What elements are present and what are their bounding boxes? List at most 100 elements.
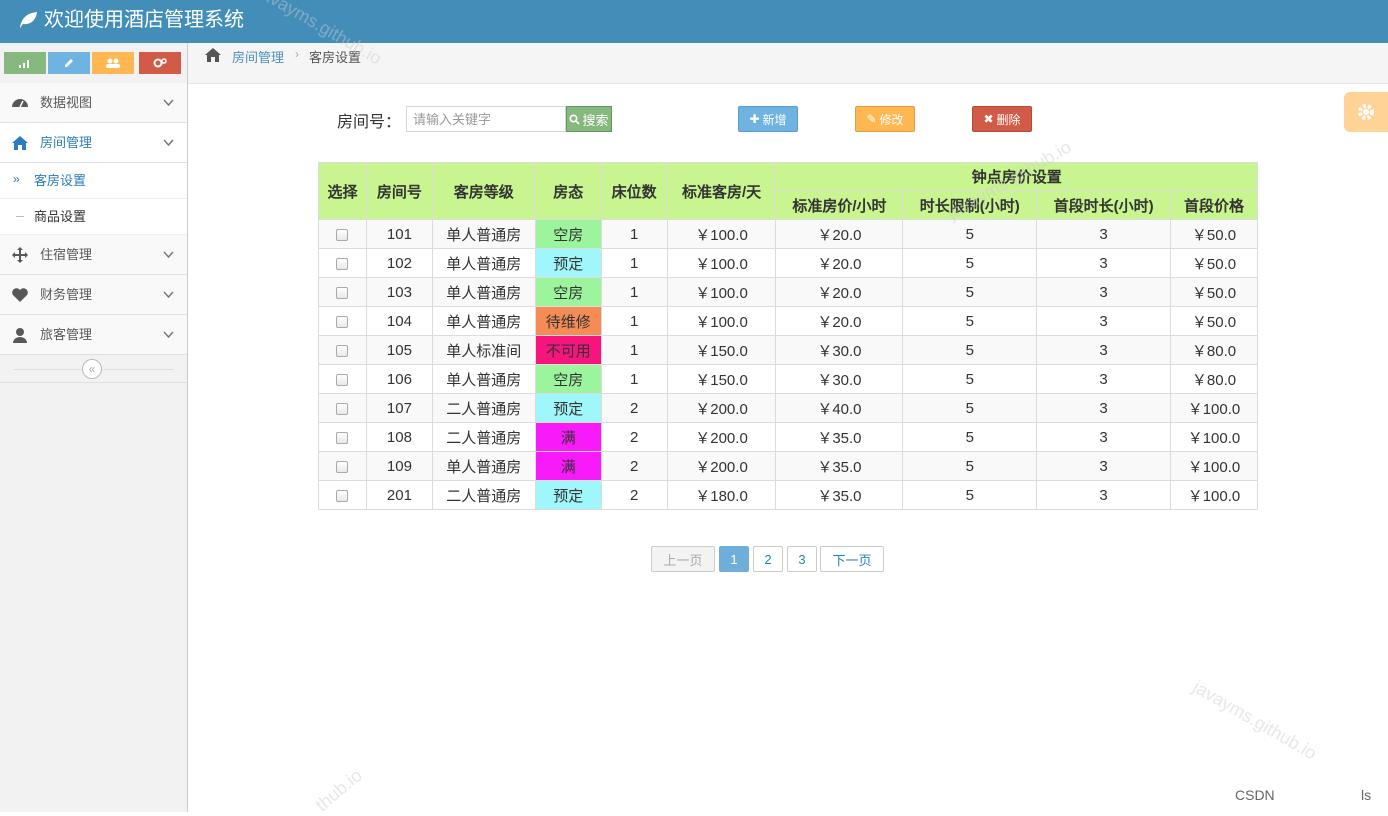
table-row[interactable]: 102 单人普通房 预定 1 ￥100.0 ￥20.0 5 3 ￥50.0 [318, 248, 1259, 278]
table-row[interactable]: 109 单人普通房满 2 ￥200.0 ￥35.0 5 3 ￥100.0 [318, 451, 1259, 481]
bed-count-cell: 1 [600, 306, 668, 336]
search-icon [569, 113, 581, 125]
cogs-icon [153, 58, 167, 68]
room-number-label: 房间号： [337, 114, 402, 131]
room-level-cell: 单人普通房 [431, 306, 536, 336]
room-number-cell: 109 [365, 451, 433, 481]
sidebar-item-finance-management[interactable]: 财务管理 [0, 275, 187, 315]
prev-page-button[interactable]: 上一页 [651, 546, 715, 572]
home-icon[interactable] [204, 47, 222, 63]
row-checkbox[interactable] [336, 460, 349, 473]
users-shortcut-button[interactable] [92, 52, 134, 74]
status-cell: 满 [534, 451, 602, 481]
bed-count-cell: 2 [600, 393, 668, 423]
first-duration-cell: 3 [1036, 248, 1171, 278]
header-hour-price: 标准房价/小时 [775, 190, 904, 220]
sidebar-item-data-view[interactable]: 数据视图 [0, 83, 187, 123]
bed-count-cell: 1 [600, 219, 668, 249]
table-row[interactable]: 107 二人普通房 预定 2 ￥200.0 ￥40.0 5 3 ￥100.0 [318, 393, 1259, 423]
room-level-cell: 单人普通房 [431, 277, 536, 307]
select-cell [318, 393, 367, 423]
table-row[interactable]: 101 单人普通房 空房 1 ￥100.0 ￥20.0 5 3 ￥50.0 [318, 219, 1259, 249]
row-checkbox[interactable] [336, 228, 349, 241]
edit-shortcut-button[interactable] [48, 52, 90, 74]
stats-shortcut-button[interactable] [4, 52, 46, 74]
chevron-down-icon [163, 99, 174, 107]
top-navbar: 欢迎使用酒店管理系统 [0, 0, 1388, 43]
hour-price-cell: ￥35.0 [775, 451, 904, 481]
first-price-cell: ￥50.0 [1169, 306, 1259, 336]
row-checkbox[interactable] [336, 431, 349, 444]
first-duration-cell: 3 [1036, 335, 1171, 365]
table-row[interactable]: 104 单人普通房 待维修 1 ￥100.0 ￥20.0 5 3 ￥50.0 [318, 306, 1259, 336]
room-level-cell: 单人普通房 [431, 248, 536, 278]
room-level-cell: 二人普通房 [431, 422, 536, 452]
search-button[interactable]: 搜索 [566, 106, 612, 132]
csdn-label: CSDN [1235, 787, 1275, 803]
ace-settings-button[interactable] [1344, 92, 1388, 132]
bed-count-cell: 2 [600, 422, 668, 452]
row-checkbox[interactable] [336, 286, 349, 299]
table-row[interactable]: 105 单人标准间 不可用 1 ￥150.0 ￥30.0 5 3 ￥80.0 [318, 335, 1259, 365]
day-price-cell: ￥100.0 [666, 248, 777, 278]
add-button[interactable]: ✚ 新增 [738, 106, 798, 132]
room-number-cell: 102 [365, 248, 433, 278]
table-row[interactable]: 106 单人普通房 空房 1 ￥150.0 ￥30.0 5 3 ￥80.0 [318, 364, 1259, 394]
delete-button[interactable]: ✖ 删除 [972, 106, 1032, 132]
row-checkbox[interactable] [336, 344, 349, 357]
sidebar-item-stay-management[interactable]: 住宿管理 [0, 235, 187, 275]
status-cell: 预定 [534, 248, 602, 278]
sidebar-item-guest-management[interactable]: 旅客管理 [0, 315, 187, 355]
row-checkbox[interactable] [336, 257, 349, 270]
sidebar-subitem-goods-settings[interactable]: 商品设置 [0, 199, 187, 235]
duration-limit-cell: 5 [902, 335, 1038, 365]
hour-price-cell: ￥20.0 [775, 219, 904, 249]
room-table-body: 101 单人普通房 空房 1 ￥100.0 ￥20.0 5 3 ￥50.0 102 单人普通房 预定 1… [318, 219, 1259, 510]
row-checkbox[interactable] [336, 402, 349, 415]
hour-price-cell: ￥30.0 [775, 364, 904, 394]
room-table: 选择 房间号 客房等级 房态 床位数 标准客房/天 钟点房价设置 标准房价/小时… [318, 162, 1259, 510]
sidebar-collapse-button[interactable]: « [82, 359, 102, 379]
users-icon [106, 58, 120, 68]
next-page-button[interactable]: 下一页 [820, 546, 884, 572]
breadcrumb-separator: › [295, 47, 299, 61]
edit-button-label: 修改 [879, 112, 904, 127]
sidebar: 数据视图 房间管理 » 客房设置 商品设置 住宿管理 财务管理 旅客管理 « [0, 43, 188, 812]
table-row[interactable]: 201 二人普通房 预定 2 ￥180.0 ￥35.0 5 3 ￥100.0 [318, 480, 1259, 510]
row-checkbox[interactable] [336, 315, 349, 328]
first-price-cell: ￥80.0 [1169, 335, 1259, 365]
edit-button[interactable]: ✎ 修改 [855, 106, 915, 132]
status-cell: 满 [534, 422, 602, 452]
watermark: thub.io [311, 765, 366, 816]
search-input[interactable] [406, 106, 566, 132]
settings-shortcut-button[interactable] [139, 52, 181, 74]
first-duration-cell: 3 [1036, 451, 1171, 481]
bed-count-cell: 2 [600, 480, 668, 510]
sidebar-item-label: 旅客管理 [40, 327, 93, 342]
sidebar-subitem-room-settings[interactable]: » 客房设置 [0, 163, 187, 199]
duration-limit-cell: 5 [902, 306, 1038, 336]
user-icon [13, 328, 27, 343]
page-2-button[interactable]: 2 [753, 546, 783, 572]
first-duration-cell: 3 [1036, 480, 1171, 510]
sidebar-item-label: 数据视图 [40, 95, 93, 110]
add-button-label: 新增 [762, 112, 787, 127]
table-row[interactable]: 103 单人普通房 空房 1 ￥100.0 ￥20.0 5 3 ￥50.0 [318, 277, 1259, 307]
page-1-button[interactable]: 1 [719, 546, 749, 572]
table-row[interactable]: 108 二人普通房满 2 ￥200.0 ￥35.0 5 3 ￥100.0 [318, 422, 1259, 452]
room-number-cell: 106 [365, 364, 433, 394]
status-cell: 空房 [534, 219, 602, 249]
row-checkbox[interactable] [336, 373, 349, 386]
page-3-button[interactable]: 3 [787, 546, 817, 572]
select-cell [318, 335, 367, 365]
breadcrumb-link-room-management[interactable]: 房间管理 [232, 47, 284, 66]
chevron-down-icon [163, 251, 174, 259]
first-duration-cell: 3 [1036, 393, 1171, 423]
bed-count-cell: 1 [600, 335, 668, 365]
row-checkbox[interactable] [336, 489, 349, 502]
sidebar-item-room-management[interactable]: 房间管理 [0, 123, 187, 163]
first-price-cell: ￥100.0 [1169, 480, 1259, 510]
hour-price-cell: ￥20.0 [775, 277, 904, 307]
first-price-cell: ￥50.0 [1169, 248, 1259, 278]
sidebar-shortcuts [0, 43, 187, 83]
